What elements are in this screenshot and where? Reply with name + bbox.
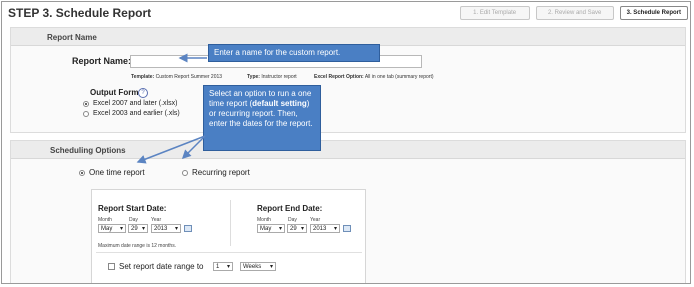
start-day-select[interactable]: 29 (128, 224, 148, 234)
start-year-label: Year (151, 217, 162, 223)
divider (96, 252, 362, 253)
radio-unselected-icon[interactable] (83, 110, 89, 117)
scheduling-section-header: Scheduling Options (11, 141, 685, 159)
radio-unselected-icon[interactable] (182, 169, 188, 176)
type-value: Instructor report (261, 74, 297, 80)
type-meta: Type: Instructor report (247, 74, 297, 80)
template-label: Template: (131, 74, 155, 80)
calendar-icon[interactable] (343, 225, 351, 232)
type-label: Type: (247, 74, 260, 80)
excel-option-meta: Excel Report Option: All in one tab (sum… (314, 74, 434, 80)
end-date-title: Report End Date: (257, 204, 323, 213)
range-count-select[interactable]: 1 (213, 262, 233, 272)
end-day-select[interactable]: 29 (287, 224, 307, 234)
start-month-label: Month (98, 217, 112, 223)
schedule-callout-bold: default setting (252, 99, 307, 108)
start-year-select[interactable]: 2013 (151, 224, 181, 234)
radio-selected-icon[interactable] (79, 169, 85, 176)
date-range-panel: Report Start Date: Month Day Year May 29… (91, 189, 366, 283)
format-option-label: Excel 2003 and earlier (.xls) (93, 110, 180, 117)
schedule-callout: Select an option to run a one time repor… (203, 85, 321, 151)
page-title: STEP 3. Schedule Report (8, 6, 152, 20)
end-year-select[interactable]: 2013 (310, 224, 340, 234)
start-date-title: Report Start Date: (98, 204, 167, 213)
one-time-report-label: One time report (89, 168, 145, 177)
format-option-xlsx[interactable]: Excel 2007 and later (.xlsx) (83, 100, 177, 107)
range-unit-select[interactable]: Weeks (240, 262, 276, 272)
date-divider (230, 200, 231, 246)
one-time-report-option[interactable]: One time report (79, 168, 145, 177)
format-option-xls[interactable]: Excel 2003 and earlier (.xls) (83, 110, 180, 117)
end-month-select[interactable]: May (257, 224, 285, 234)
excel-option-value: All in one tab (summary report) (364, 74, 434, 80)
scheduling-options-section: Scheduling Options One time report Recur… (10, 140, 686, 283)
date-range-checkbox[interactable] (108, 263, 115, 270)
radio-selected-icon[interactable] (83, 100, 89, 107)
name-callout: Enter a name for the custom report. (208, 44, 380, 62)
recurring-report-label: Recurring report (192, 168, 250, 177)
end-year-label: Year (310, 217, 321, 223)
excel-option-label: Excel Report Option: (314, 74, 364, 80)
template-meta: Template: Custom Report Summer 2013 (131, 74, 222, 80)
calendar-icon[interactable] (184, 225, 192, 232)
help-icon[interactable]: ? (138, 88, 148, 98)
step-edit-template[interactable]: 1. Edit Template (459, 6, 530, 20)
format-option-label: Excel 2007 and later (.xlsx) (93, 100, 178, 107)
step-review-and-save[interactable]: 2. Review and Save (535, 6, 614, 20)
report-name-section: Report Name Report Name: Template: Custo… (10, 27, 686, 133)
start-month-select[interactable]: May (98, 224, 126, 234)
start-day-label: Day (129, 217, 138, 223)
max-range-note: Maximum date range is 12 months. (98, 243, 177, 249)
template-value: Custom Report Summer 2013 (155, 74, 223, 80)
report-name-label: Report Name: (72, 56, 132, 66)
recurring-report-option[interactable]: Recurring report (182, 168, 250, 177)
date-range-label: Set report date range to (119, 262, 204, 271)
end-day-label: Day (288, 217, 297, 223)
wizard-steps: 1. Edit Template 2. Review and Save 3. S… (459, 6, 688, 20)
end-month-label: Month (257, 217, 271, 223)
step-schedule-report[interactable]: 3. Schedule Report (619, 6, 688, 20)
